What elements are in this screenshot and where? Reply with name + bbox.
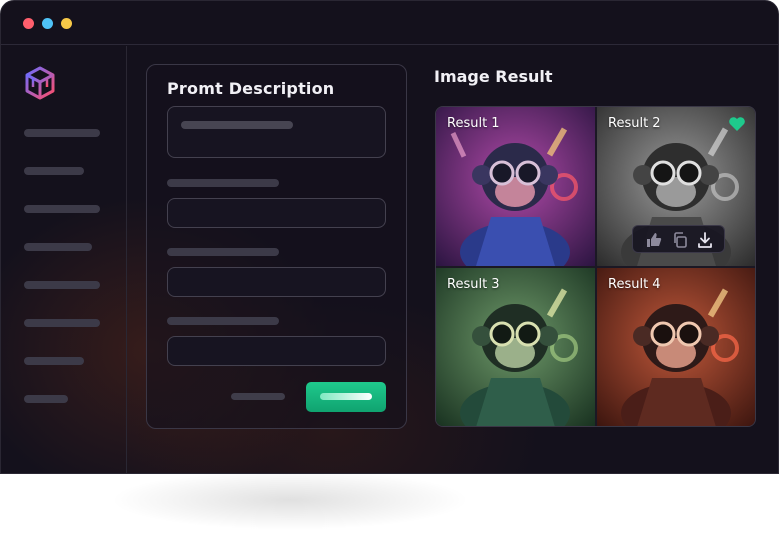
sidebar-item-6[interactable] — [24, 319, 100, 327]
thumbs-up-icon[interactable] — [645, 231, 663, 249]
result-card-1[interactable]: Result 1 — [436, 107, 595, 266]
maximize-window-button[interactable] — [61, 18, 72, 29]
field-label-1 — [167, 179, 279, 187]
cancel-button[interactable] — [221, 382, 295, 412]
app-window: Promt Description Image Result Result 1 … — [0, 0, 779, 474]
field-input-2[interactable] — [167, 267, 386, 297]
download-icon[interactable] — [696, 231, 714, 249]
result-label-3: Result 3 — [447, 277, 500, 292]
prompt-panel-title: Promt Description — [167, 79, 335, 98]
sidebar-item-8[interactable] — [24, 395, 68, 403]
prompt-placeholder-line — [181, 121, 293, 129]
favorite-heart-icon[interactable] — [728, 116, 746, 132]
cancel-button-label — [231, 393, 285, 400]
close-window-button[interactable] — [23, 18, 34, 29]
stage: Promt Description Image Result Result 1 … — [0, 0, 779, 554]
field-input-3[interactable] — [167, 336, 386, 366]
sidebar-item-4[interactable] — [24, 243, 92, 251]
result-grid: Result 1 Result 2 Result 3 Result 4 — [435, 106, 756, 427]
result-label-2: Result 2 — [608, 116, 661, 131]
sidebar-item-1[interactable] — [24, 129, 100, 137]
result-card-2[interactable]: Result 2 — [597, 107, 755, 266]
window-shadow — [110, 470, 470, 530]
minimize-window-button[interactable] — [42, 18, 53, 29]
field-label-2 — [167, 248, 279, 256]
generate-button[interactable] — [306, 382, 386, 412]
sidebar-item-3[interactable] — [24, 205, 100, 213]
result-label-1: Result 1 — [447, 116, 500, 131]
sidebar-item-2[interactable] — [24, 167, 84, 175]
prompt-textarea[interactable] — [167, 106, 386, 158]
image-result-title: Image Result — [434, 67, 553, 86]
title-bar — [1, 1, 778, 45]
sidebar-item-5[interactable] — [24, 281, 100, 289]
result-card-4[interactable]: Result 4 — [597, 268, 755, 426]
copy-icon[interactable] — [671, 231, 689, 249]
prompt-panel: Promt Description — [146, 64, 407, 429]
sidebar-item-7[interactable] — [24, 357, 84, 365]
field-input-1[interactable] — [167, 198, 386, 228]
sidebar — [1, 46, 127, 473]
generate-button-label — [320, 393, 372, 400]
result-label-4: Result 4 — [608, 277, 661, 292]
cube-logo-icon[interactable] — [23, 66, 57, 100]
result-card-3[interactable]: Result 3 — [436, 268, 595, 426]
result-actions-toolbar — [632, 225, 725, 253]
field-label-3 — [167, 317, 279, 325]
